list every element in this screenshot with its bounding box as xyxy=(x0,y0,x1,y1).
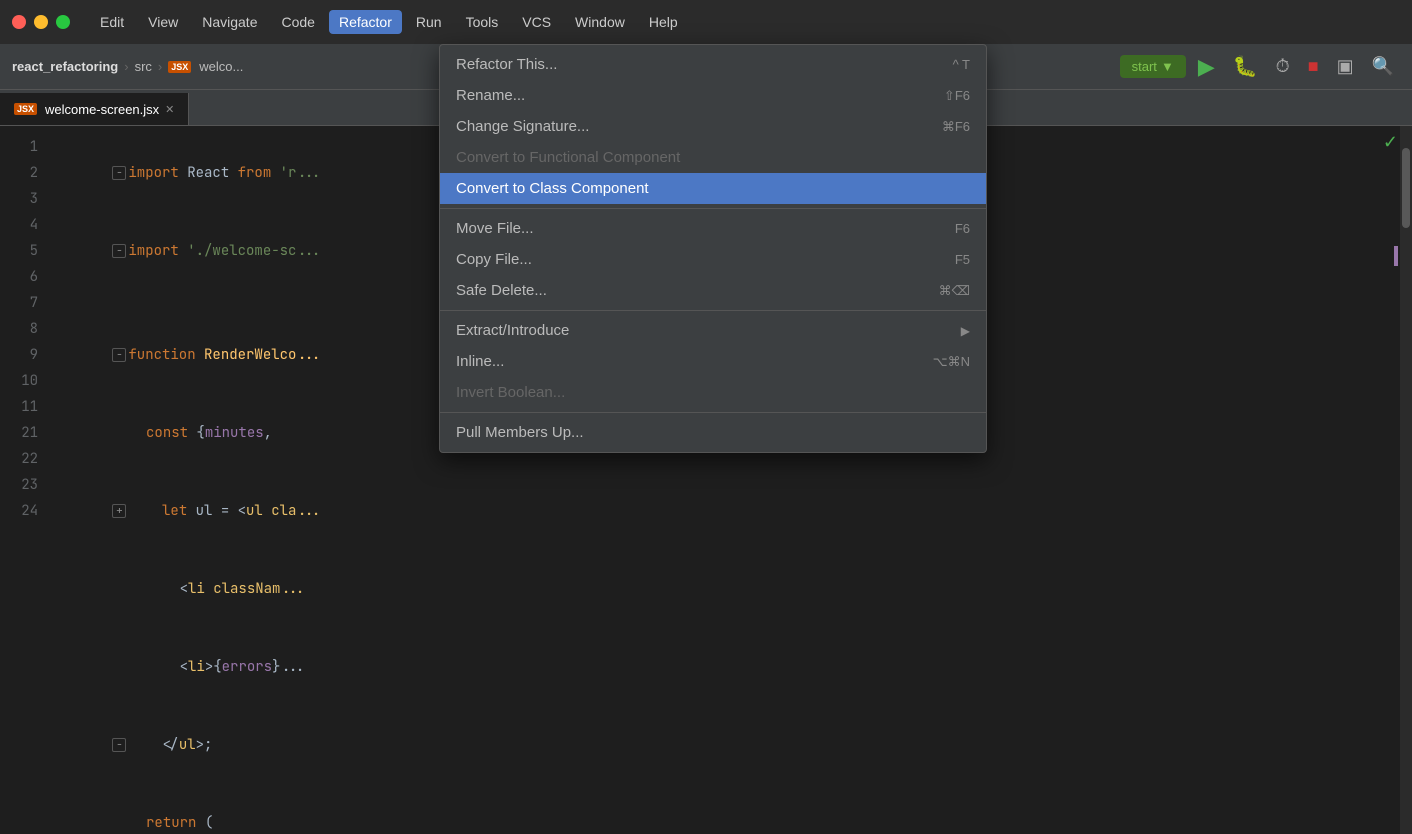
menu-view[interactable]: View xyxy=(138,10,188,34)
menu-label-safe-delete: Safe Delete... xyxy=(456,282,547,299)
shortcut-extract: ▶ xyxy=(961,324,970,338)
separator-1 xyxy=(440,208,986,209)
maximize-button[interactable] xyxy=(56,15,70,29)
menu-item-copy-file[interactable]: Copy File... F5 xyxy=(440,244,986,275)
menu-item-refactor-this[interactable]: Refactor This... ^ T xyxy=(440,49,986,80)
separator-3 xyxy=(440,412,986,413)
dropdown-overlay: Refactor This... ^ T Rename... ⇧F6 Chang… xyxy=(0,44,1412,834)
menu-item-inline[interactable]: Inline... ⌥⌘N xyxy=(440,346,986,377)
menu-label-change-signature: Change Signature... xyxy=(456,118,589,135)
shortcut-safe-delete: ⌘⌫ xyxy=(939,283,970,299)
menu-item-to-class[interactable]: Convert to Class Component xyxy=(440,173,986,204)
menu-label-invert-boolean: Invert Boolean... xyxy=(456,384,565,401)
shortcut-refactor-this: ^ T xyxy=(953,57,970,72)
minimize-button[interactable] xyxy=(34,15,48,29)
menu-run[interactable]: Run xyxy=(406,10,452,34)
menu-code[interactable]: Code xyxy=(271,10,324,34)
menu-vcs[interactable]: VCS xyxy=(512,10,561,34)
menu-label-inline: Inline... xyxy=(456,353,504,370)
menu-label-rename: Rename... xyxy=(456,87,525,104)
menu-item-safe-delete[interactable]: Safe Delete... ⌘⌫ xyxy=(440,275,986,306)
menu-navigate[interactable]: Navigate xyxy=(192,10,267,34)
refactor-menu: Refactor This... ^ T Rename... ⇧F6 Chang… xyxy=(439,44,987,453)
shortcut-move-file: F6 xyxy=(955,221,970,236)
menu-tools[interactable]: Tools xyxy=(456,10,509,34)
menu-window[interactable]: Window xyxy=(565,10,635,34)
menu-label-extract: Extract/Introduce xyxy=(456,322,569,339)
menubar: Edit View Navigate Code Refactor Run Too… xyxy=(0,0,1412,44)
menu-item-change-signature[interactable]: Change Signature... ⌘F6 xyxy=(440,111,986,142)
menu-label-to-functional: Convert to Functional Component xyxy=(456,149,680,166)
shortcut-rename: ⇧F6 xyxy=(944,88,970,104)
menu-item-rename[interactable]: Rename... ⇧F6 xyxy=(440,80,986,111)
menu-label-copy-file: Copy File... xyxy=(456,251,532,268)
menu-label-to-class: Convert to Class Component xyxy=(456,180,649,197)
menu-refactor[interactable]: Refactor xyxy=(329,10,402,34)
menu-label-pull-members: Pull Members Up... xyxy=(456,424,584,441)
menu-item-move-file[interactable]: Move File... F6 xyxy=(440,213,986,244)
menu-item-to-functional: Convert to Functional Component xyxy=(440,142,986,173)
separator-2 xyxy=(440,310,986,311)
menu-help[interactable]: Help xyxy=(639,10,688,34)
menu-item-extract[interactable]: Extract/Introduce ▶ xyxy=(440,315,986,346)
shortcut-copy-file: F5 xyxy=(955,252,970,267)
menu-item-invert-boolean: Invert Boolean... xyxy=(440,377,986,408)
menu-label-refactor-this: Refactor This... xyxy=(456,56,557,73)
shortcut-inline: ⌥⌘N xyxy=(933,354,970,370)
close-button[interactable] xyxy=(12,15,26,29)
menu-label-move-file: Move File... xyxy=(456,220,534,237)
traffic-lights xyxy=(12,15,70,29)
shortcut-change-signature: ⌘F6 xyxy=(942,119,970,135)
menu-item-pull-members[interactable]: Pull Members Up... xyxy=(440,417,986,448)
menu-items: Edit View Navigate Code Refactor Run Too… xyxy=(90,10,688,34)
menu-edit[interactable]: Edit xyxy=(90,10,134,34)
